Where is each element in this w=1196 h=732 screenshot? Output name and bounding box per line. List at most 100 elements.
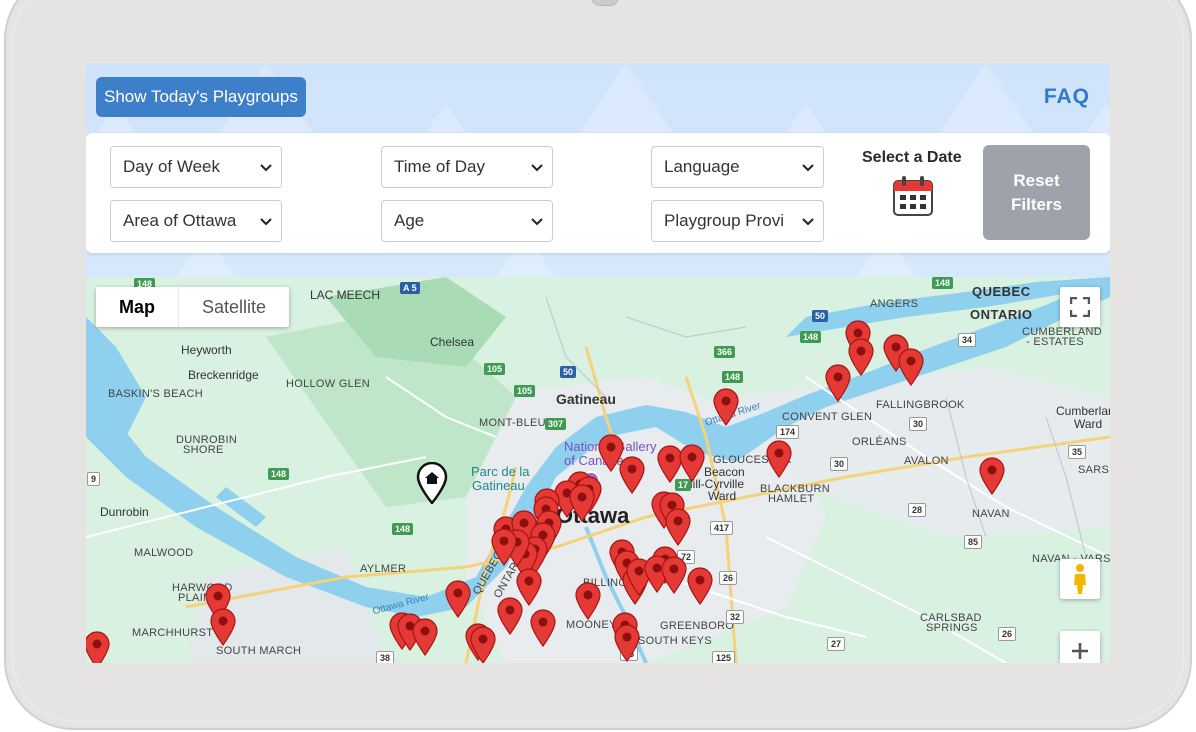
- highway-shield: 26: [719, 571, 738, 585]
- map-label: HOLLOW GLEN: [286, 378, 370, 390]
- playgroup-marker-pin[interactable]: [445, 580, 471, 619]
- playgroup-marker-pin[interactable]: [825, 364, 851, 403]
- time-of-day-select[interactable]: Time of Day: [381, 146, 553, 188]
- age-select[interactable]: Age: [381, 200, 553, 242]
- playgroup-marker-pin[interactable]: [575, 582, 601, 621]
- chevron-down-icon: [251, 147, 281, 187]
- highway-shield: 148: [932, 277, 954, 289]
- playgroup-marker-pin[interactable]: [979, 457, 1005, 496]
- reset-label-line2: Filters: [1010, 194, 1063, 214]
- map-label: CONVENT GLEN: [782, 411, 873, 423]
- highway-shield: 27: [827, 637, 846, 651]
- highway-shield: 85: [964, 535, 983, 549]
- map-label: Breckenridge: [188, 368, 259, 382]
- map-label: NAVAN: [972, 508, 1010, 520]
- map-label: SOUTH KEYS: [638, 635, 712, 647]
- map-label: GREENBORO: [660, 620, 735, 632]
- playgroup-marker-pin[interactable]: [766, 440, 792, 479]
- playgroup-marker-pin[interactable]: [665, 508, 691, 547]
- reset-filters-button[interactable]: Reset Filters: [983, 145, 1090, 240]
- day-of-week-select[interactable]: Day of Week: [110, 146, 282, 188]
- playgroup-marker-pin[interactable]: [530, 609, 556, 648]
- highway-shield: 148: [268, 468, 290, 480]
- playgroup-marker-pin[interactable]: [898, 348, 924, 387]
- age-value: Age: [394, 211, 425, 230]
- playgroup-provider-select[interactable]: Playgroup Provi: [651, 200, 824, 242]
- map-label: Cumberlan: [1056, 404, 1110, 418]
- highway-shield: 34: [958, 333, 977, 347]
- playgroup-marker-pin[interactable]: [491, 528, 517, 567]
- playgroup-marker-pin[interactable]: [848, 338, 874, 377]
- highway-shield: 50: [560, 366, 577, 378]
- highway-shield: 174: [776, 425, 800, 439]
- map-label: Gatineau: [556, 391, 616, 407]
- chevron-down-icon: [793, 147, 823, 187]
- highway-shield: 9: [87, 472, 101, 486]
- map-label: Ward: [1074, 417, 1103, 431]
- highway-shield: 35: [1068, 445, 1087, 459]
- playgroup-marker-pin[interactable]: [687, 567, 713, 606]
- map-label: ONTARIO: [970, 307, 1033, 322]
- playgroup-marker-pin[interactable]: [412, 618, 438, 657]
- map-label: AVALON: [904, 455, 949, 467]
- playgroup-marker-pin[interactable]: [210, 608, 236, 647]
- faq-link[interactable]: FAQ: [1044, 85, 1090, 109]
- map-label: BASKIN'S BEACH: [108, 388, 203, 400]
- chevron-down-icon: [522, 147, 552, 187]
- map-label: Heyworth: [181, 343, 232, 357]
- highway-shield: 38: [376, 651, 395, 663]
- tablet-camera: [591, 0, 619, 6]
- highway-shield: 28: [908, 503, 927, 517]
- chevron-down-icon: [522, 201, 552, 241]
- highway-shield: 105: [514, 385, 536, 397]
- fullscreen-icon[interactable]: [1060, 287, 1100, 327]
- playgroup-marker-pin[interactable]: [86, 631, 110, 663]
- map-label: - ESTATES: [1026, 336, 1084, 348]
- map-label: SARSF: [1078, 464, 1110, 476]
- playgroup-marker-pin[interactable]: [619, 456, 645, 495]
- map-label: ORLÉANS: [852, 436, 907, 448]
- highway-shield: 50: [812, 310, 829, 322]
- area-of-ottawa-select[interactable]: Area of Ottawa: [110, 200, 282, 242]
- playgroup-marker-pin[interactable]: [497, 597, 523, 636]
- map-label: HAMLET: [768, 493, 815, 505]
- highway-shield: 26: [998, 627, 1017, 641]
- language-select[interactable]: Language: [651, 146, 824, 188]
- map-label: SPRINGS: [926, 622, 978, 634]
- map-type-map-button[interactable]: Map: [96, 287, 178, 327]
- chevron-down-icon: [793, 201, 823, 241]
- playgroup-marker-pin[interactable]: [679, 444, 705, 483]
- highway-shield: 125: [712, 651, 736, 663]
- highway-shield: 148: [722, 371, 744, 383]
- select-date-label: Select a Date: [862, 149, 962, 166]
- highway-shield: 105: [484, 363, 506, 375]
- playgroup-map[interactable]: LAC MEECH Chelsea Heyworth Breckenridge …: [86, 277, 1110, 663]
- playgroup-marker-pin[interactable]: [614, 624, 640, 663]
- app-screen: Show Today's Playgroups FAQ Day of Week …: [86, 63, 1110, 663]
- home-location-pin[interactable]: [416, 461, 448, 505]
- map-label: FALLINGBROOK: [876, 399, 965, 411]
- playgroup-marker-pin[interactable]: [470, 626, 496, 663]
- time-of-day-value: Time of Day: [394, 157, 486, 176]
- map-label: Chelsea: [430, 335, 475, 349]
- pegman-icon[interactable]: [1060, 559, 1100, 599]
- playgroup-marker-pin[interactable]: [713, 388, 739, 427]
- highway-shield: 30: [830, 457, 849, 471]
- map-type-satellite-button[interactable]: Satellite: [178, 287, 289, 327]
- show-todays-playgroups-button[interactable]: Show Today's Playgroups: [96, 77, 306, 117]
- day-of-week-value: Day of Week: [123, 157, 221, 176]
- calendar-icon[interactable]: [892, 175, 934, 217]
- map-label: Gatineau: [472, 478, 525, 493]
- reset-label-line1: Reset: [1013, 170, 1060, 190]
- highway-shield: 148: [800, 331, 822, 343]
- map-label: AYLMER: [360, 563, 407, 575]
- zoom-in-button[interactable]: [1060, 631, 1100, 663]
- map-label: Dunrobin: [100, 505, 149, 519]
- filter-panel: Day of Week Time of Day Language Area of…: [86, 133, 1110, 253]
- playgroup-marker-pin[interactable]: [661, 556, 687, 595]
- highway-shield: 32: [726, 610, 745, 624]
- map-label: QUEBEC: [972, 284, 1031, 299]
- highway-shield: 417: [710, 521, 734, 535]
- highway-shield: A 5: [400, 282, 420, 294]
- playgroup-marker-pin[interactable]: [569, 484, 595, 523]
